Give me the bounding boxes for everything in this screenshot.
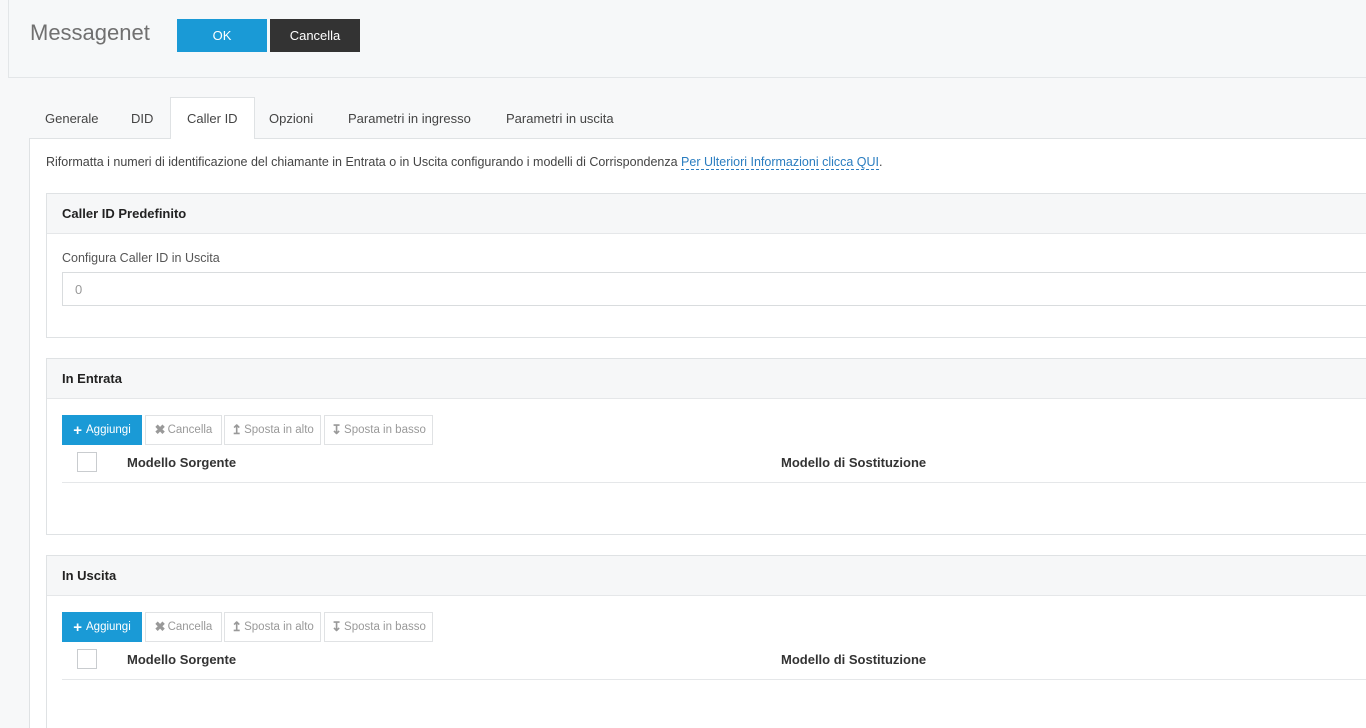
arrow-down-icon: ↧ — [331, 619, 343, 634]
inbound-add-label: Aggiungi — [86, 424, 131, 436]
callerid-input[interactable] — [62, 272, 1366, 306]
outbound-delete-button[interactable]: ✖ Cancella — [145, 612, 222, 642]
outbound-panel: In Uscita + Aggiungi ✖ Cancella ↥ Sposta in… — [46, 555, 1366, 728]
inbound-col-replacement: Modello di Sostituzione — [781, 455, 927, 470]
outbound-move-up-button[interactable]: ↥ Sposta in alto — [224, 612, 321, 642]
tab-caller-id[interactable]: Caller ID — [170, 97, 255, 140]
inbound-move-up-label: Sposta in alto — [244, 424, 314, 436]
arrow-up-icon: ↥ — [231, 422, 243, 437]
inbound-select-all-checkbox[interactable] — [77, 452, 97, 472]
outbound-move-down-label: Sposta in basso — [344, 621, 426, 633]
inbound-move-up-button[interactable]: ↥ Sposta in alto — [224, 415, 321, 445]
inbound-delete-label: Cancella — [167, 424, 213, 436]
callerid-field-label: Configura Caller ID in Uscita — [62, 251, 220, 265]
outbound-move-up-label: Sposta in alto — [244, 621, 314, 633]
outbound-add-button[interactable]: + Aggiungi — [62, 612, 142, 642]
ok-button[interactable]: OK — [177, 19, 267, 52]
outbound-move-down-button[interactable]: ↧ Sposta in basso — [324, 612, 433, 642]
outbound-title: In Uscita — [47, 556, 1366, 596]
intro-suffix: . — [879, 155, 883, 169]
more-info-link[interactable]: Per Ulteriori Informazioni clicca QUI — [681, 155, 880, 170]
tab-panel: Riformatta i numeri di identificazione d… — [29, 139, 1366, 728]
inbound-delete-button[interactable]: ✖ Cancella — [145, 415, 222, 445]
inbound-table-header: Modello Sorgente Modello di Sostituzione — [62, 449, 1366, 483]
inbound-move-down-button[interactable]: ↧ Sposta in basso — [324, 415, 433, 445]
inbound-title: In Entrata — [47, 359, 1366, 399]
outbound-col-source: Modello Sorgente — [127, 652, 237, 667]
tab-opzioni[interactable]: Opzioni — [253, 97, 329, 139]
main-content: Generale DID Caller ID Opzioni Parametri… — [29, 97, 1366, 728]
outbound-col-replacement: Modello di Sostituzione — [781, 652, 927, 667]
tab-bar: Generale DID Caller ID Opzioni Parametri… — [29, 97, 1366, 140]
arrow-down-icon: ↧ — [331, 422, 343, 437]
tab-parametri-ingresso[interactable]: Parametri in ingresso — [332, 97, 487, 139]
default-callerid-title: Caller ID Predefinito — [47, 194, 1366, 234]
page-title: Messagenet — [30, 20, 150, 45]
tab-parametri-uscita[interactable]: Parametri in uscita — [490, 97, 630, 139]
inbound-col-source: Modello Sorgente — [127, 455, 237, 470]
cancel-button[interactable]: Cancella — [270, 19, 360, 52]
close-icon: ✖ — [154, 619, 166, 634]
outbound-table-header: Modello Sorgente Modello di Sostituzione — [62, 646, 1366, 680]
outbound-select-all-checkbox[interactable] — [77, 649, 97, 669]
top-bar: Messagenet OK Cancella — [8, 0, 1366, 78]
inbound-panel: In Entrata + Aggiungi ✖ Cancella ↥ Sposta i… — [46, 358, 1366, 535]
outbound-add-label: Aggiungi — [86, 621, 131, 633]
inbound-move-down-label: Sposta in basso — [344, 424, 426, 436]
outbound-delete-label: Cancella — [167, 621, 213, 633]
plus-icon: + — [73, 421, 82, 439]
close-icon: ✖ — [154, 422, 166, 437]
tab-generale[interactable]: Generale — [29, 97, 114, 139]
arrow-up-icon: ↥ — [231, 619, 243, 634]
tab-did[interactable]: DID — [115, 97, 169, 139]
default-callerid-panel: Caller ID Predefinito Configura Caller I… — [46, 193, 1366, 338]
intro-description: Riformatta i numeri di identificazione d… — [46, 155, 682, 169]
plus-icon: + — [73, 618, 82, 636]
intro-text: Riformatta i numeri di identificazione d… — [46, 155, 883, 170]
inbound-add-button[interactable]: + Aggiungi — [62, 415, 142, 445]
